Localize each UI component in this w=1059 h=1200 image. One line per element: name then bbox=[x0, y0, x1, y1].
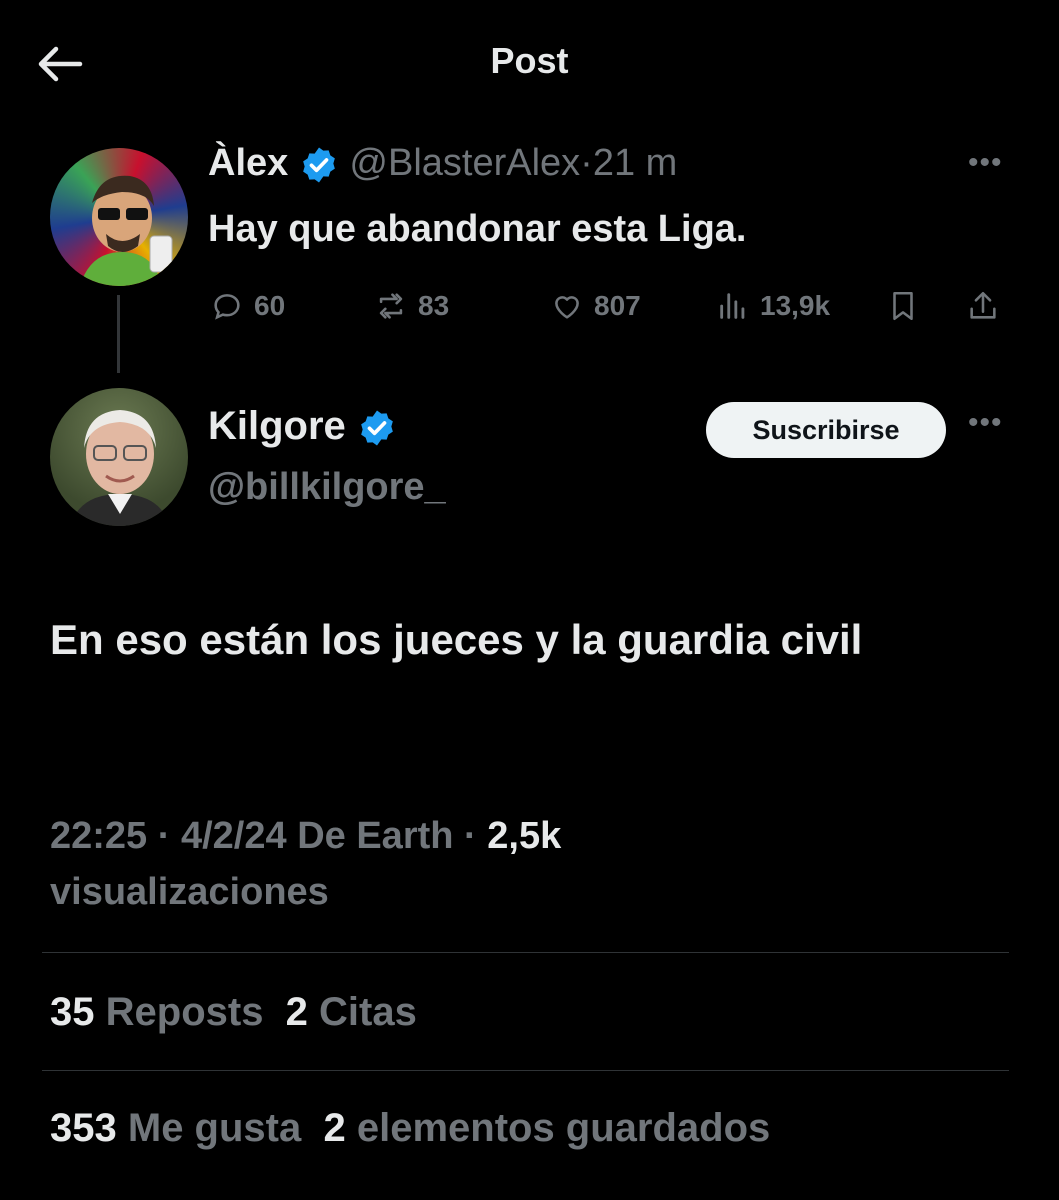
reposts-stat[interactable]: 35 Reposts bbox=[50, 990, 263, 1034]
avatar-illustration bbox=[80, 175, 173, 286]
subscribe-button[interactable]: Suscribirse bbox=[706, 402, 946, 458]
likes-stats-row: 353 Me gusta 2 elementos guardados bbox=[50, 1106, 770, 1151]
author-name[interactable]: Kilgore bbox=[208, 404, 346, 448]
avatar-kilgore[interactable] bbox=[50, 388, 188, 526]
divider bbox=[42, 1070, 1009, 1071]
bookmarks-stat[interactable]: 2 elementos guardados bbox=[323, 1106, 770, 1150]
bookmark-button[interactable] bbox=[886, 286, 920, 326]
reply-icon bbox=[214, 294, 240, 320]
quotes-count: 2 bbox=[285, 990, 308, 1034]
like-icon bbox=[555, 296, 579, 319]
views-count: 2,5k bbox=[487, 815, 562, 857]
parent-tweet-header: Àlex @BlasterAlex·21 m bbox=[208, 142, 677, 185]
separator-dot: · bbox=[580, 142, 593, 184]
views-icon bbox=[720, 293, 745, 319]
quotes-stat[interactable]: 2 Citas bbox=[286, 990, 417, 1034]
meta-dot: · bbox=[464, 815, 477, 857]
author-handle[interactable]: @BlasterAlex bbox=[349, 142, 580, 184]
bookmark-icon bbox=[893, 291, 913, 321]
avatar-photo bbox=[70, 410, 170, 526]
likes-count: 353 bbox=[50, 1106, 117, 1150]
divider bbox=[42, 952, 1009, 953]
more-icon[interactable]: ••• bbox=[968, 406, 1003, 440]
tweet-meta: 22:25 · 4/2/24 De Earth · 2,5k visualiza… bbox=[50, 808, 1010, 920]
views-count: 13,9k bbox=[760, 290, 831, 321]
thread-line bbox=[117, 295, 120, 373]
author-handle[interactable]: @billkilgore_ bbox=[208, 466, 446, 509]
tweet-date[interactable]: 4/2/24 bbox=[181, 815, 287, 857]
share-button[interactable] bbox=[966, 286, 1000, 326]
views-label: visualizaciones bbox=[50, 871, 329, 913]
tweet-time[interactable]: 22:25 bbox=[50, 815, 147, 857]
repost-count: 83 bbox=[418, 290, 450, 321]
like-count: 807 bbox=[594, 290, 641, 321]
author-name[interactable]: Àlex bbox=[208, 142, 288, 184]
reposts-count: 35 bbox=[50, 990, 95, 1034]
reply-author-row: Kilgore bbox=[208, 404, 397, 449]
likes-label: Me gusta bbox=[127, 1106, 302, 1150]
repost-button[interactable]: 83 bbox=[374, 286, 449, 326]
bookmarks-count: 2 bbox=[323, 1106, 346, 1150]
reposts-label: Reposts bbox=[105, 990, 264, 1034]
verified-badge-icon bbox=[361, 410, 393, 446]
meta-dot: · bbox=[157, 815, 171, 857]
tweet-time[interactable]: 21 m bbox=[593, 142, 677, 184]
repost-stats-row: 35 Reposts 2 Citas bbox=[50, 990, 417, 1035]
like-button[interactable]: 807 bbox=[550, 286, 641, 326]
verified-badge-icon bbox=[303, 147, 335, 183]
share-icon bbox=[970, 291, 996, 319]
more-icon[interactable]: ••• bbox=[968, 146, 1003, 180]
reply-count: 60 bbox=[254, 290, 286, 321]
bookmarks-label: elementos guardados bbox=[356, 1106, 771, 1150]
quotes-label: Citas bbox=[319, 990, 417, 1034]
reply-tweet-text: En eso están los jueces y la guardia civ… bbox=[50, 616, 863, 663]
tweet-source: De Earth bbox=[297, 815, 454, 857]
parent-tweet-text: Hay que abandonar esta Liga. bbox=[208, 208, 747, 250]
likes-stat[interactable]: 353 Me gusta bbox=[50, 1106, 301, 1150]
reply-button[interactable]: 60 bbox=[210, 286, 285, 326]
views-button[interactable]: 13,9k bbox=[716, 286, 830, 326]
page-title: Post bbox=[490, 40, 569, 81]
avatar-alex[interactable] bbox=[50, 148, 188, 286]
repost-icon bbox=[379, 293, 403, 319]
